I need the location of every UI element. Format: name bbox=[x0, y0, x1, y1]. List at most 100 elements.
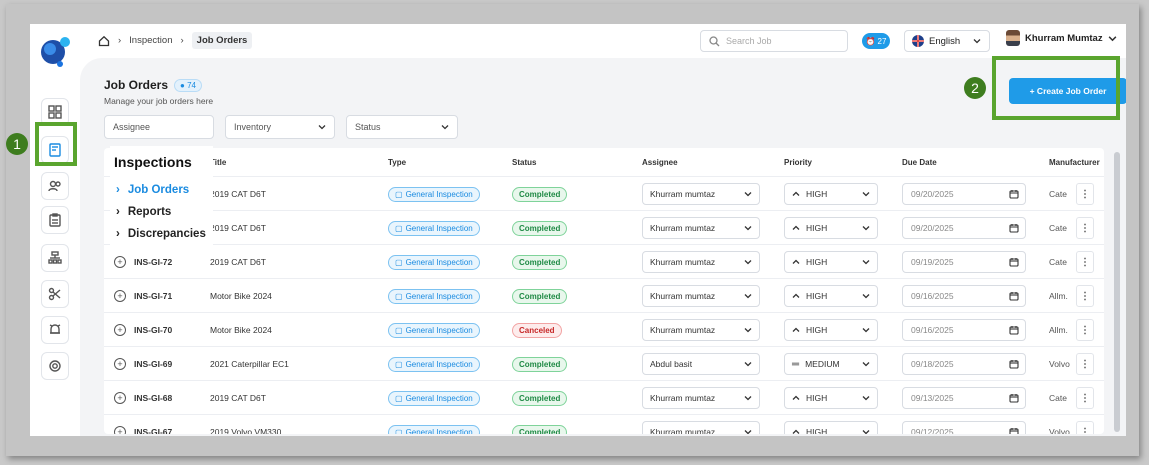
assignee-select[interactable]: Khurram mumtaz bbox=[642, 319, 760, 341]
column-header-type[interactable]: Type bbox=[388, 148, 406, 176]
assignee-filter[interactable]: Assignee bbox=[104, 115, 214, 139]
menu-item-job-orders[interactable]: › Job Orders bbox=[116, 184, 189, 196]
job-title: 2019 CAT D6T bbox=[210, 189, 266, 199]
assignee-select[interactable]: Abdul basit bbox=[642, 353, 760, 375]
priority-select[interactable]: HIGH bbox=[784, 319, 878, 341]
table-row[interactable]: +2019 CAT D6T▢General InspectionComplete… bbox=[104, 210, 1104, 244]
due-date-field[interactable]: 09/19/2025 bbox=[902, 251, 1026, 273]
table-row[interactable]: + INS-GI-70 Motor Bike 2024 ▢ General Inspec… bbox=[104, 312, 1104, 346]
user-menu[interactable]: Khurram Mumtaz bbox=[1006, 30, 1117, 46]
assignee-select[interactable]: Khurram mumtaz bbox=[642, 183, 760, 205]
status-filter[interactable]: Status bbox=[346, 115, 458, 139]
due-date-field[interactable]: 09/20/2025 bbox=[902, 217, 1026, 239]
assignee-select[interactable]: Khurram mumtaz bbox=[642, 387, 760, 409]
chevron-down-icon bbox=[744, 226, 752, 231]
calendar-icon[interactable] bbox=[1009, 189, 1019, 199]
expand-row-icon[interactable]: + bbox=[114, 392, 126, 404]
table-row[interactable]: + INS-GI-69 2021 Caterpillar EC1 ▢ General I… bbox=[104, 346, 1104, 380]
calendar-icon[interactable] bbox=[1009, 359, 1019, 369]
table-row[interactable]: + INS-GI-72 2019 CAT D6T ▢ General Inspectio… bbox=[104, 244, 1104, 278]
assignee-select[interactable]: Khurram mumtaz bbox=[642, 217, 760, 239]
expand-row-icon[interactable]: + bbox=[114, 256, 126, 268]
calendar-icon[interactable] bbox=[1009, 427, 1019, 434]
assignee-select[interactable]: Khurram mumtaz bbox=[642, 421, 760, 434]
priority-select[interactable]: HIGH bbox=[784, 217, 878, 239]
calendar-icon[interactable] bbox=[1009, 257, 1019, 267]
search-placeholder: Search Job bbox=[726, 36, 772, 46]
priority-medium-icon: ═ bbox=[792, 358, 800, 370]
column-header-status[interactable]: Status bbox=[512, 148, 536, 176]
table-row[interactable]: + INS-GI-67 2019 Volvo VM330 ▢ General Inspe… bbox=[104, 414, 1104, 434]
row-actions-icon[interactable]: ⋮ bbox=[1076, 183, 1094, 205]
chevron-down-icon bbox=[862, 294, 870, 299]
job-id[interactable]: INS-GI-70 bbox=[134, 325, 172, 335]
chevron-down-icon bbox=[744, 260, 752, 265]
expand-row-icon[interactable]: + bbox=[114, 290, 126, 302]
chevron-down-icon bbox=[862, 362, 870, 367]
due-date-field[interactable]: 09/18/2025 bbox=[902, 353, 1026, 375]
calendar-icon[interactable] bbox=[1009, 325, 1019, 335]
job-id[interactable]: INS-GI-72 bbox=[134, 257, 172, 267]
menu-item-discrepancies[interactable]: › Discrepancies bbox=[116, 228, 206, 240]
due-date-field[interactable]: 09/20/2025 bbox=[902, 183, 1026, 205]
inventory-filter[interactable]: Inventory bbox=[225, 115, 335, 139]
due-date-field[interactable]: 09/12/2025 bbox=[902, 421, 1026, 434]
job-count-badge: ● 74 bbox=[174, 78, 202, 92]
row-actions-icon[interactable]: ⋮ bbox=[1076, 353, 1094, 375]
assignee-select[interactable]: Khurram mumtaz bbox=[642, 251, 760, 273]
expand-row-icon[interactable]: + bbox=[114, 324, 126, 336]
priority-select[interactable]: HIGH bbox=[784, 285, 878, 307]
row-actions-icon[interactable]: ⋮ bbox=[1076, 319, 1094, 341]
column-header-due-date[interactable]: Due Date bbox=[902, 148, 937, 176]
table-scrollbar[interactable] bbox=[1114, 152, 1120, 432]
job-id[interactable]: INS-GI-67 bbox=[134, 427, 172, 434]
nav-settings-button[interactable] bbox=[41, 352, 69, 380]
row-actions-icon[interactable]: ⋮ bbox=[1076, 285, 1094, 307]
row-actions-icon[interactable]: ⋮ bbox=[1076, 387, 1094, 409]
nav-alarm-button[interactable] bbox=[41, 316, 69, 344]
assignee-select[interactable]: Khurram mumtaz bbox=[642, 285, 760, 307]
nav-users-button[interactable] bbox=[41, 172, 69, 200]
table-row[interactable]: + INS-GI-68 2019 CAT D6T ▢ General Inspectio… bbox=[104, 380, 1104, 414]
manufacturer: Cate bbox=[1049, 223, 1067, 233]
priority-select[interactable]: ═ MEDIUM bbox=[784, 353, 878, 375]
priority-select[interactable]: HIGH bbox=[784, 183, 878, 205]
job-id[interactable]: INS-GI-71 bbox=[134, 291, 172, 301]
column-header-priority[interactable]: Priority bbox=[784, 148, 812, 176]
nav-tools-button[interactable] bbox=[41, 280, 69, 308]
table-row[interactable]: +2019 CAT D6T▢General InspectionComplete… bbox=[104, 176, 1104, 210]
search-input[interactable]: Search Job bbox=[700, 30, 848, 52]
status-badge: Completed bbox=[512, 356, 568, 372]
priority-select[interactable]: HIGH bbox=[784, 421, 878, 434]
due-date-value: 09/13/2025 bbox=[911, 393, 954, 403]
calendar-icon[interactable] bbox=[1009, 291, 1019, 301]
due-date-field[interactable]: 09/16/2025 bbox=[902, 319, 1026, 341]
job-id[interactable]: INS-GI-68 bbox=[134, 393, 172, 403]
table-row[interactable]: + INS-GI-71 Motor Bike 2024 ▢ General Inspec… bbox=[104, 278, 1104, 312]
chevron-down-icon bbox=[862, 260, 870, 265]
expand-row-icon[interactable]: + bbox=[114, 358, 126, 370]
row-actions-icon[interactable]: ⋮ bbox=[1076, 251, 1094, 273]
calendar-icon[interactable] bbox=[1009, 223, 1019, 233]
nav-clipboard-button[interactable] bbox=[41, 206, 69, 234]
home-icon[interactable] bbox=[98, 35, 110, 47]
status-badge: Completed bbox=[512, 424, 568, 434]
menu-item-reports[interactable]: › Reports bbox=[116, 206, 171, 218]
notifications-button[interactable]: ⏰ 27 bbox=[862, 33, 890, 49]
sidebar-rail bbox=[30, 24, 80, 436]
job-id[interactable]: INS-GI-69 bbox=[134, 359, 172, 369]
expand-row-icon[interactable]: + bbox=[114, 426, 126, 434]
row-actions-icon[interactable]: ⋮ bbox=[1076, 217, 1094, 239]
language-select[interactable]: English bbox=[904, 30, 990, 52]
due-date-field[interactable]: 09/16/2025 bbox=[902, 285, 1026, 307]
type-label: General Inspection bbox=[405, 359, 473, 369]
column-header-manufacturer[interactable]: Manufacturer bbox=[1049, 148, 1100, 176]
due-date-field[interactable]: 09/13/2025 bbox=[902, 387, 1026, 409]
priority-select[interactable]: HIGH bbox=[784, 387, 878, 409]
breadcrumb-item-inspection[interactable]: Inspection bbox=[129, 35, 172, 46]
priority-select[interactable]: HIGH bbox=[784, 251, 878, 273]
column-header-assignee[interactable]: Assignee bbox=[642, 148, 678, 176]
row-actions-icon[interactable]: ⋮ bbox=[1076, 421, 1094, 434]
calendar-icon[interactable] bbox=[1009, 393, 1019, 403]
nav-hierarchy-button[interactable] bbox=[41, 244, 69, 272]
